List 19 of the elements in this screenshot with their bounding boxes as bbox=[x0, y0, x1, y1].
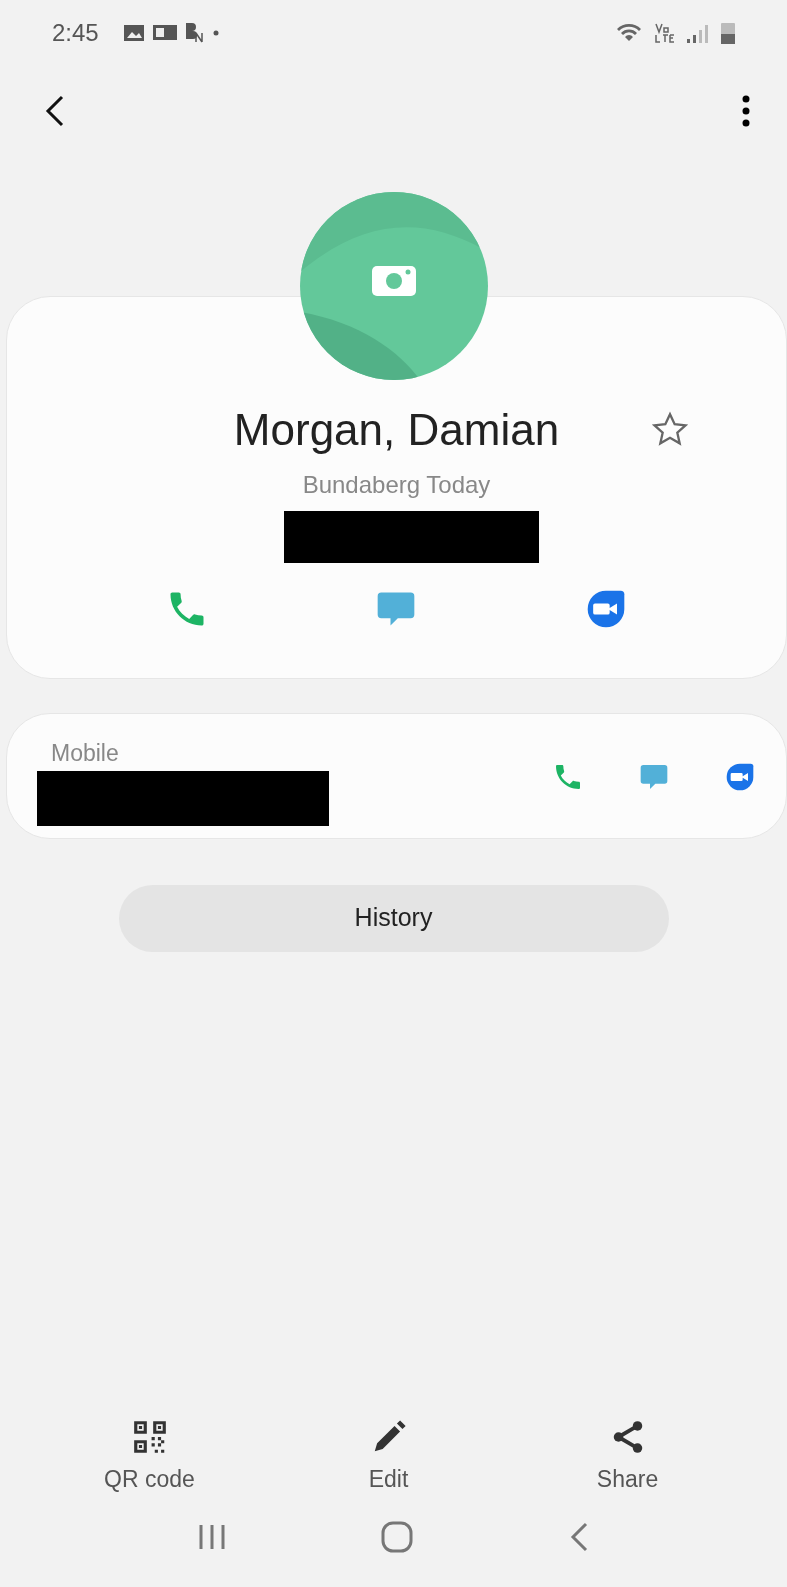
volte-icon bbox=[655, 23, 675, 43]
dot-icon bbox=[212, 30, 219, 36]
more-options-button[interactable] bbox=[741, 94, 751, 128]
card-icon bbox=[152, 25, 177, 41]
signal-icon bbox=[687, 23, 709, 43]
share-button[interactable]: Share bbox=[547, 1416, 708, 1497]
contact-name: Morgan, Damian bbox=[233, 404, 560, 456]
letter-b-n-icon bbox=[184, 23, 205, 43]
contact-company: Bundaberg Today bbox=[301, 470, 492, 500]
phone-label: Mobile bbox=[51, 739, 120, 768]
edit-button[interactable]: Edit bbox=[308, 1416, 469, 1497]
recent-apps-button[interactable] bbox=[197, 1523, 228, 1551]
battery-icon bbox=[721, 22, 735, 44]
status-time: 2:45 bbox=[52, 18, 99, 48]
home-button[interactable] bbox=[381, 1521, 414, 1553]
wifi-icon bbox=[615, 22, 643, 44]
qr-code-button[interactable]: QR code bbox=[69, 1416, 230, 1497]
image-icon bbox=[122, 24, 145, 42]
history-button[interactable]: History bbox=[118, 884, 669, 952]
